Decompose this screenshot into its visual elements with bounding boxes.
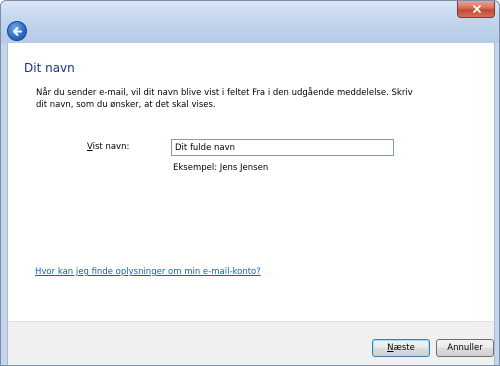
close-button[interactable]: [457, 1, 495, 18]
next-button[interactable]: Næste: [372, 339, 430, 357]
next-label: æste: [393, 343, 415, 353]
help-link[interactable]: Hvor kan jeg finde oplysninger om min e-…: [35, 267, 261, 277]
example-text: Eksempel: Jens Jensen: [173, 163, 269, 173]
display-name-input[interactable]: [171, 139, 394, 156]
label-text: ist navn:: [92, 142, 130, 152]
footer-bar: Næste Annuller: [7, 321, 495, 365]
title-bar: [1, 1, 499, 43]
back-button[interactable]: [7, 21, 27, 41]
intro-text: Når du sender e-mail, vil dit navn blive…: [36, 88, 413, 110]
cancel-button[interactable]: Annuller: [436, 339, 494, 357]
wizard-window: Dit navn Når du sender e-mail, vil dit n…: [0, 0, 500, 366]
display-name-label: Vist navn:: [87, 142, 129, 152]
page-title: Dit navn: [24, 61, 75, 75]
content-panel: Dit navn Når du sender e-mail, vil dit n…: [7, 43, 495, 321]
